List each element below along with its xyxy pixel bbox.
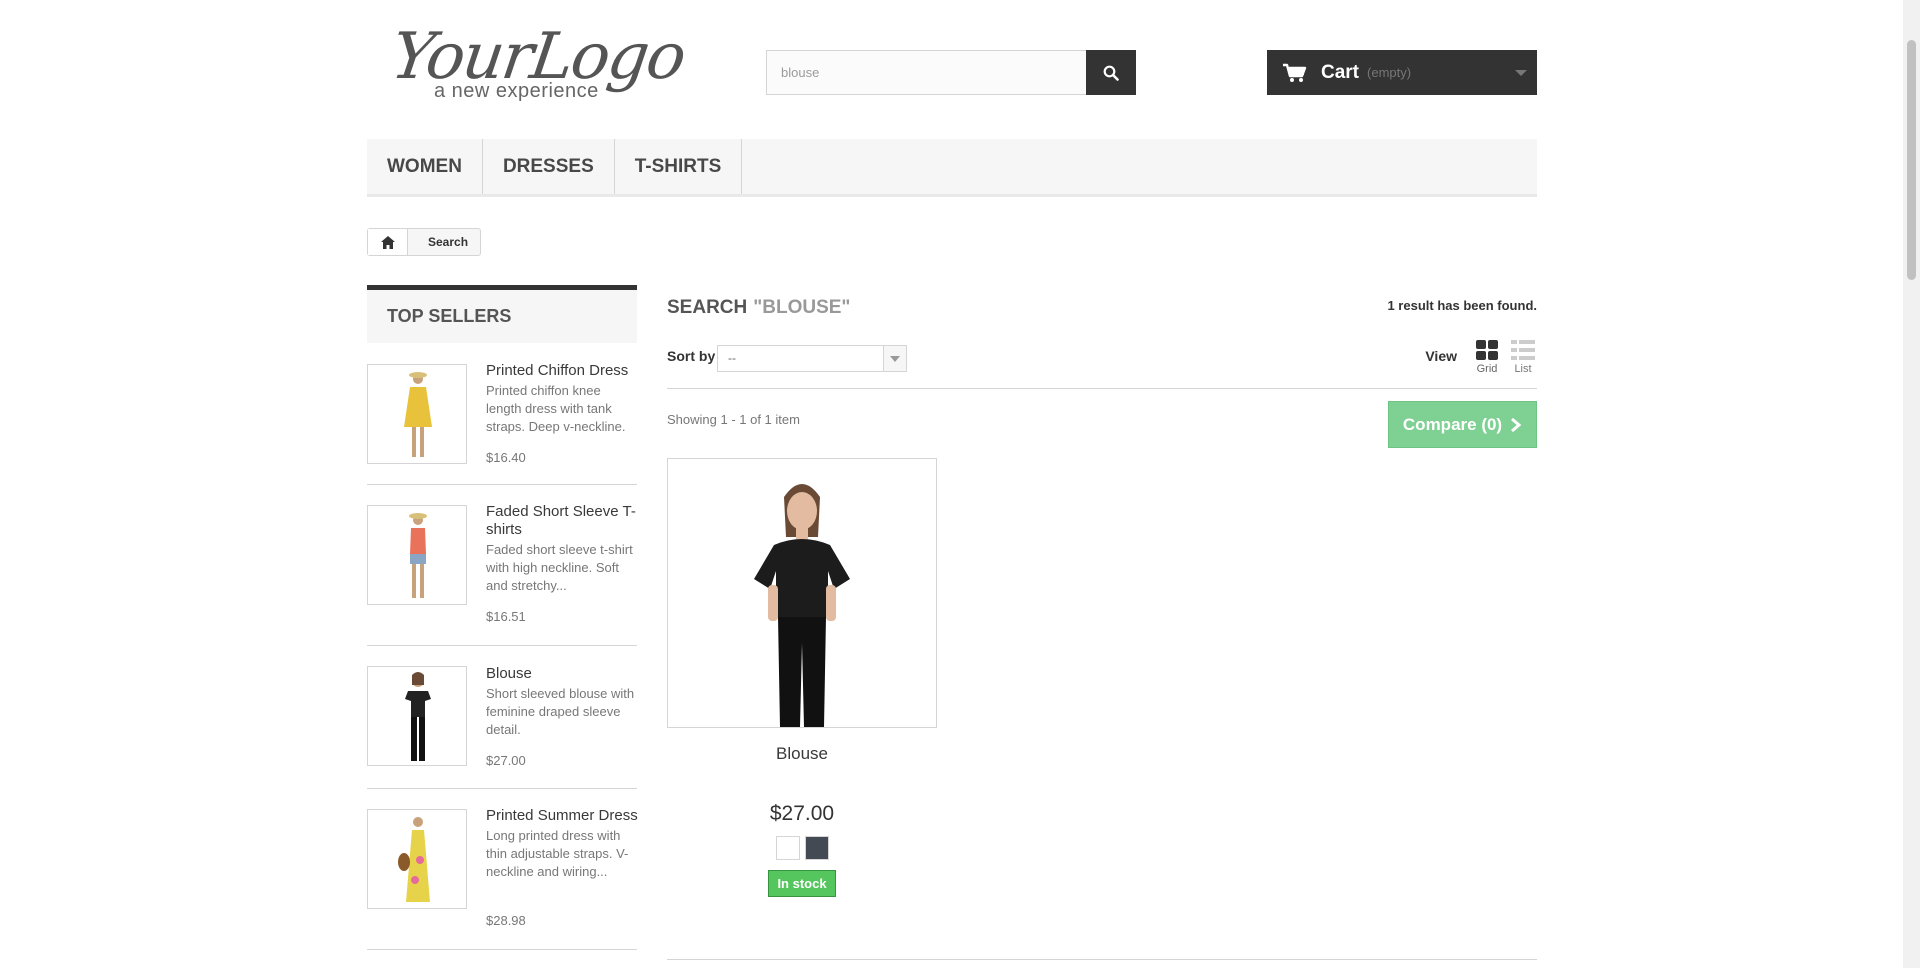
cart-status: (empty)	[1367, 65, 1412, 80]
home-icon	[380, 235, 395, 249]
breadcrumb-home[interactable]	[368, 229, 408, 255]
view-list-button[interactable]: List	[1509, 340, 1537, 375]
page-heading: SEARCH	[667, 297, 748, 318]
swatch-white[interactable]	[775, 836, 800, 860]
search-bar	[766, 50, 1136, 95]
view-label: View	[1425, 348, 1457, 364]
view-grid-button[interactable]: Grid	[1473, 340, 1501, 375]
swatch-dark[interactable]	[804, 836, 829, 860]
top-seller-name[interactable]: Faded Short Sleeve T-shirts	[486, 503, 638, 539]
product-card: Blouse $27.00 In stock	[667, 458, 937, 897]
site-logo[interactable]: YourLogo a new experience	[387, 20, 689, 110]
logo-tagline: a new experience	[434, 80, 599, 102]
product-price: $27.00	[769, 802, 835, 825]
top-seller-name[interactable]: Printed Chiffon Dress	[486, 362, 638, 380]
scrollbar-thumb[interactable]	[1907, 40, 1916, 280]
top-seller-item: Printed Chiffon Dress Printed chiffon kn…	[367, 343, 637, 485]
model-image-icon	[754, 484, 850, 727]
top-seller-dress-shape	[406, 830, 430, 902]
divider	[667, 959, 1537, 960]
top-seller-dress-shape	[405, 691, 431, 717]
top-seller-price: $28.98	[486, 913, 526, 928]
chevron-down-icon	[1515, 70, 1527, 76]
top-seller-desc: Faded short sleeve t-shirt with high nec…	[486, 542, 633, 593]
product-name[interactable]: Blouse	[667, 744, 937, 764]
top-sellers-title: TOP SELLERS	[367, 285, 637, 343]
menu-item-tshirts[interactable]: T-SHIRTS	[615, 139, 743, 194]
top-seller-name[interactable]: Printed Summer Dress	[486, 807, 638, 825]
top-sellers-block: TOP SELLERS Printed Chiffon Dress Printe…	[367, 285, 638, 950]
compare-label: Compare (0)	[1402, 414, 1503, 434]
top-seller-dress-shape	[410, 528, 426, 554]
model-image-icon	[404, 372, 432, 457]
top-seller-name[interactable]: Blouse	[486, 665, 638, 683]
main-menu: WOMEN DRESSES T-SHIRTS	[367, 139, 1537, 197]
showing-text: Showing 1 - 1 of 1 item	[667, 412, 800, 427]
chevron-right-icon	[1511, 417, 1522, 432]
result-count: 1 result has been found.	[1387, 298, 1537, 313]
view-grid-label: Grid	[1476, 363, 1498, 375]
page-scrollbar[interactable]	[1903, 0, 1920, 968]
sort-value: --	[728, 351, 736, 365]
menu-item-women[interactable]: WOMEN	[367, 139, 483, 194]
top-seller-item: Faded Short Sleeve T-shirts Faded short …	[367, 485, 637, 646]
sort-label: Sort by	[667, 348, 716, 364]
top-seller-desc: Printed chiffon knee length dress with t…	[486, 383, 626, 434]
cart-icon	[1283, 63, 1307, 82]
grid-icon	[1476, 340, 1498, 360]
search-query: "BLOUSE"	[753, 297, 851, 318]
model-image-icon	[398, 817, 430, 902]
cart-dropdown[interactable]: Cart (empty)	[1267, 50, 1537, 95]
model-image-icon	[405, 672, 431, 761]
search-icon	[1103, 65, 1119, 81]
cart-label: Cart	[1321, 61, 1360, 83]
color-swatches	[667, 836, 937, 860]
stock-badge: In stock	[768, 870, 836, 897]
breadcrumb: Search	[367, 228, 482, 256]
menu-item-dresses[interactable]: DRESSES	[483, 139, 615, 194]
top-seller-item: Blouse Short sleeved blouse with feminin…	[367, 646, 637, 789]
top-seller-price: $16.40	[486, 450, 526, 465]
top-seller-price: $16.51	[486, 609, 526, 624]
product-image[interactable]	[667, 458, 937, 728]
list-icon	[1511, 340, 1535, 360]
view-list-label: List	[1514, 363, 1532, 375]
compare-button[interactable]: Compare (0)	[1388, 401, 1537, 448]
product-thumbnail[interactable]	[367, 364, 467, 464]
page-title: SEARCH "BLOUSE"	[667, 297, 850, 319]
search-input[interactable]	[767, 51, 1087, 94]
product-thumbnail[interactable]	[367, 809, 467, 909]
top-seller-price: $27.00	[486, 753, 526, 768]
product-thumbnail[interactable]	[367, 666, 467, 766]
top-seller-desc: Long printed dress with thin adjustable …	[486, 828, 629, 879]
top-seller-dress-shape	[404, 387, 432, 427]
breadcrumb-current: Search	[428, 235, 469, 249]
divider	[667, 388, 1537, 389]
top-seller-item: Printed Summer Dress Long printed dress …	[367, 789, 638, 950]
top-seller-desc: Short sleeved blouse with feminine drape…	[486, 686, 635, 737]
chevron-down-icon	[883, 346, 906, 371]
search-button[interactable]	[1086, 50, 1136, 95]
sort-select[interactable]: --	[717, 345, 907, 372]
model-image-icon	[409, 513, 427, 598]
product-thumbnail[interactable]	[367, 505, 467, 605]
